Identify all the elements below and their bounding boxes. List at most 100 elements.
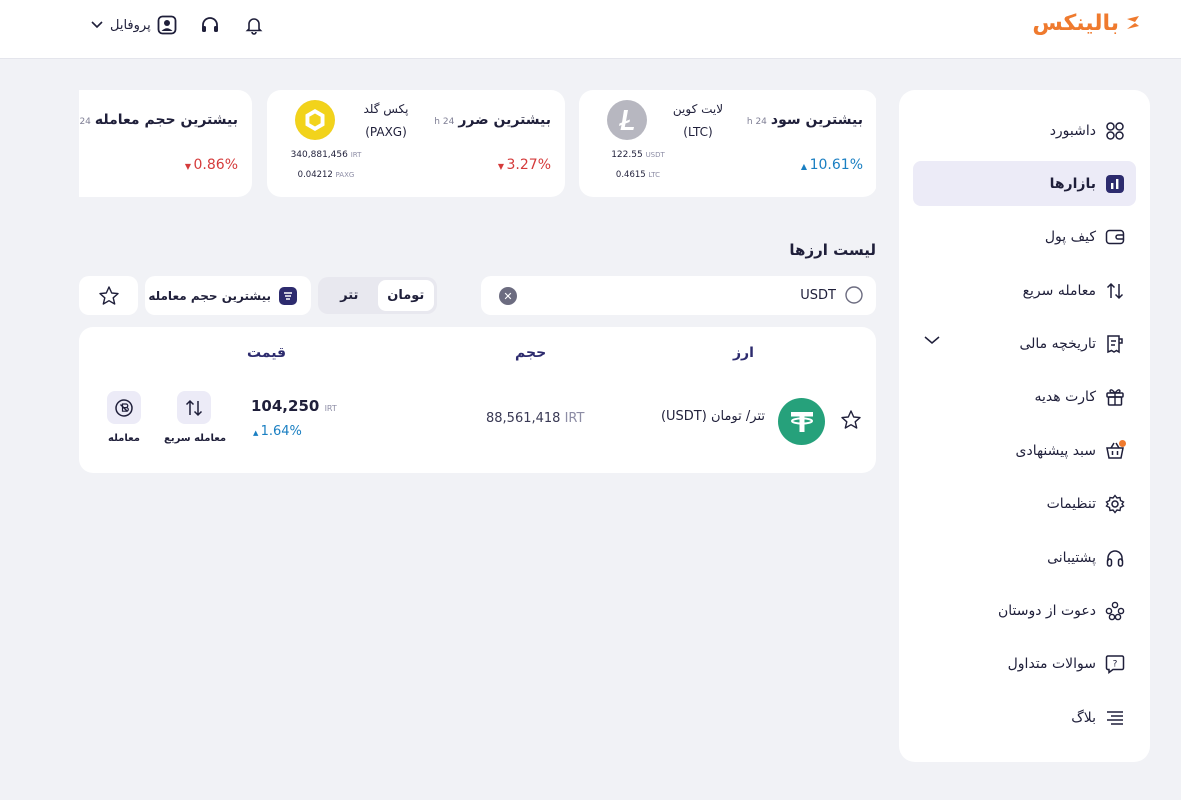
- sidebar-item-label: تنظیمات: [1046, 496, 1096, 513]
- chevron-down-icon[interactable]: [923, 334, 941, 346]
- card-change-value: 0.86%: [193, 157, 238, 173]
- coin-value-2: 0.4615 LTC: [593, 170, 683, 180]
- sidebar-item-faq[interactable]: ? سوالات متداول: [913, 642, 1136, 687]
- star-icon: [98, 285, 119, 305]
- price-value: 104,250 IRT: [251, 397, 337, 415]
- coin-symbol: (LTC): [683, 125, 713, 139]
- card-change: ▲ 10.61%: [801, 157, 863, 173]
- currency-list-title: لیست ارزها: [789, 241, 876, 259]
- coin-name: لایت کوین: [672, 102, 724, 116]
- sidebar-item-label: بازارها: [1049, 175, 1096, 192]
- close-icon: ✕: [503, 289, 513, 303]
- coin-value-1-unit: USDT: [645, 151, 665, 159]
- wallet-icon: [1104, 226, 1126, 248]
- sidebar: داشبورد بازارها کیف پول معامله سریع تاری…: [899, 90, 1150, 762]
- litecoin-logo-icon: [607, 100, 647, 140]
- search-input[interactable]: [536, 284, 836, 306]
- coin-value-1: 340,881,456 IRT: [281, 150, 371, 160]
- top-loser-card[interactable]: بیشترین ضرر24 h ▼ 3.27% پکس گلد (PAXG) 3…: [267, 90, 565, 197]
- sidebar-item-dashboard[interactable]: داشبورد: [913, 108, 1136, 153]
- card-title: بیشترین ضرر24 h: [434, 112, 551, 128]
- column-header-coin: ارز: [733, 345, 754, 361]
- sidebar-item-markets[interactable]: بازارها: [913, 161, 1136, 207]
- sidebar-item-label: کیف پول: [1044, 229, 1096, 246]
- sidebar-item-label: بلاگ: [1071, 709, 1096, 726]
- chart-bars-icon: [1104, 173, 1126, 195]
- headset-icon: [201, 17, 218, 32]
- sidebar-item-support[interactable]: پشتیبانی: [913, 535, 1136, 580]
- favorites-filter-button[interactable]: [79, 276, 138, 315]
- sidebar-item-quick-trade[interactable]: معامله سریع: [913, 268, 1136, 313]
- sidebar-item-label: سوالات متداول: [1007, 656, 1096, 673]
- sort-button[interactable]: بیشترین حجم معامله: [145, 276, 311, 315]
- gift-icon: [1104, 386, 1126, 408]
- sidebar-item-label: تاریخچه مالی: [1019, 336, 1096, 353]
- sidebar-item-settings[interactable]: تنظیمات: [913, 482, 1136, 527]
- up-arrow-icon: ▲: [253, 429, 261, 437]
- volume-unit: IRT: [564, 411, 585, 426]
- sidebar-item-label: پشتیبانی: [1047, 549, 1096, 566]
- quote-currency-toggle: تومان تتر: [318, 277, 437, 314]
- sort-label: بیشترین حجم معامله: [148, 288, 271, 303]
- sidebar-item-suggested-basket[interactable]: سبد پیشنهادی: [913, 428, 1136, 473]
- profile-label: پروفایل: [110, 17, 151, 33]
- sidebar-item-label: داشبورد: [1049, 122, 1096, 139]
- top-bar: بالینکس پروفایل: [0, 0, 1181, 59]
- down-arrow-icon: ▼: [497, 162, 507, 171]
- trade-label: معامله: [108, 433, 140, 444]
- notifications-button[interactable]: [243, 14, 265, 36]
- filter-icon: [279, 286, 297, 305]
- svg-text:?: ?: [1113, 660, 1118, 670]
- coin-value-1-number: 340,881,456: [290, 150, 348, 160]
- gear-icon: [1104, 493, 1126, 515]
- coin-value-1: 122.55 USDT: [593, 150, 683, 160]
- people-icon: [1104, 600, 1126, 622]
- grid-icon: [1104, 120, 1126, 142]
- clear-search-button[interactable]: ✕: [499, 287, 517, 305]
- coin-info: پکس گلد (PAXG) 340,881,456 IRT 0.04212 P…: [281, 100, 441, 190]
- card-title: بیشترین سود24 h: [747, 112, 863, 128]
- favorite-star-icon[interactable]: [840, 409, 862, 431]
- logo-text: بالینکس: [1032, 10, 1119, 36]
- quick-trade-label: معامله سریع: [164, 433, 227, 444]
- top-volume-card[interactable]: بیشترین حجم معامله24 h ▼ 0.86%: [79, 90, 252, 197]
- coin-value-2-number: 0.4615: [615, 170, 646, 180]
- sidebar-item-wallet[interactable]: کیف پول: [913, 215, 1136, 260]
- price-number: 104,250: [251, 397, 320, 415]
- sidebar-item-gift-card[interactable]: کارت هدیه: [913, 375, 1136, 420]
- top-actions: پروفایل: [90, 14, 265, 36]
- sidebar-item-label: کارت هدیه: [1034, 389, 1096, 406]
- card-title: بیشترین حجم معامله24 h: [79, 112, 238, 128]
- sidebar-item-blog[interactable]: بلاگ: [913, 695, 1136, 740]
- sidebar-item-invite-friends[interactable]: دعوت از دوستان: [913, 589, 1136, 634]
- volume-number: 88,561,418: [486, 411, 561, 426]
- coin-pair-name: تتر/ تومان (USDT): [660, 409, 765, 424]
- swap-arrows-icon: [185, 399, 203, 416]
- column-header-price: قیمت: [247, 345, 287, 361]
- coin-symbol: (PAXG): [365, 125, 407, 139]
- notification-dot: [1119, 439, 1126, 447]
- trade-button[interactable]: [107, 391, 141, 424]
- price-unit: IRT: [324, 404, 337, 413]
- user-icon: [157, 15, 177, 35]
- column-header-volume: حجم: [515, 345, 547, 361]
- profile-menu[interactable]: پروفایل: [90, 15, 177, 35]
- card-change: ▼ 3.27%: [498, 157, 551, 173]
- receipt-icon: [1104, 333, 1126, 355]
- sidebar-item-label: معامله سریع: [1022, 282, 1096, 299]
- toggle-option-tether[interactable]: تتر: [321, 280, 378, 311]
- quick-trade-button[interactable]: [177, 391, 211, 424]
- currency-table: ارز حجم قیمت تتر/ تومان (USDT) 88,561,41…: [79, 327, 876, 473]
- toggle-option-toman[interactable]: تومان: [377, 280, 434, 311]
- sidebar-item-financial-history[interactable]: تاریخچه مالی: [913, 322, 1136, 367]
- support-headset-button[interactable]: [199, 14, 221, 36]
- card-change-value: 10.61%: [809, 157, 863, 173]
- coin-value-2-unit: PAXG: [335, 171, 355, 179]
- card-title-text: بیشترین سود: [770, 112, 863, 128]
- top-gainer-card[interactable]: بیشترین سود24 h ▲ 10.61% لایت کوین (LTC)…: [579, 90, 876, 197]
- headset-icon: [1104, 547, 1126, 569]
- tether-logo-icon: [778, 398, 825, 445]
- card-change: ▼ 0.86%: [185, 157, 238, 173]
- coin-value-1-unit: IRT: [350, 151, 362, 159]
- logo[interactable]: بالینکس: [1032, 8, 1141, 38]
